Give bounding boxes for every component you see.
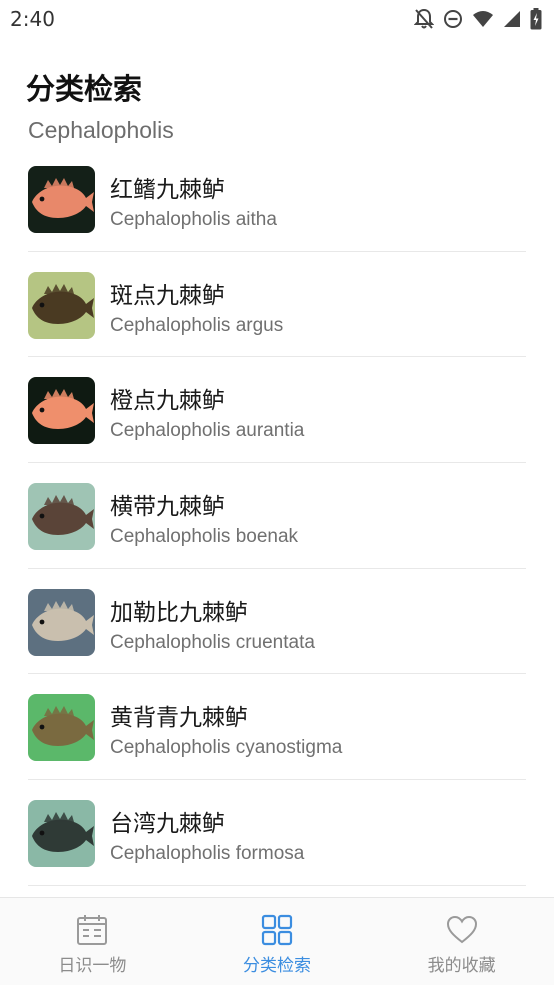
species-chinese-name: 橙点九棘鲈 xyxy=(110,388,225,415)
species-thumbnail xyxy=(28,377,95,445)
nav-item-daily[interactable]: 日识一物 xyxy=(0,898,185,985)
bottom-nav: 日识一物 分类检索 我的收藏 xyxy=(0,897,554,985)
status-bar: 2:40 xyxy=(0,0,554,38)
do-not-disturb-icon xyxy=(443,9,463,29)
species-thumbnail xyxy=(28,483,95,551)
species-row[interactable]: 台湾九棘鲈 Cephalopholis formosa xyxy=(0,780,554,886)
battery-charging-icon xyxy=(530,8,542,30)
species-chinese-name: 台湾九棘鲈 xyxy=(110,811,225,838)
nav-label-classify: 分类检索 xyxy=(243,956,311,976)
genus-label: Cephalopholis xyxy=(28,117,174,143)
species-row[interactable]: 加勒比九棘鲈 Cephalopholis cruentata xyxy=(0,569,554,675)
species-thumbnail xyxy=(28,271,95,339)
wifi-icon xyxy=(472,10,494,28)
species-chinese-name: 加勒比九棘鲈 xyxy=(110,599,248,626)
page-title: 分类检索 xyxy=(26,72,143,106)
species-chinese-name: 横带九棘鲈 xyxy=(110,494,225,521)
screen: 2:40 分类检索 Cephalopholis 红鳍九棘鲈 Cephalopho… xyxy=(0,0,554,985)
species-row[interactable]: 黄背青九棘鲈 Cephalopholis cyanostigma xyxy=(0,674,554,780)
species-chinese-name: 斑点九棘鲈 xyxy=(110,282,225,309)
species-latin-name: Cephalopholis cyanostigma xyxy=(110,737,343,759)
nav-item-classify[interactable]: 分类检索 xyxy=(185,898,370,985)
species-latin-name: Cephalopholis aitha xyxy=(110,209,277,230)
species-row[interactable]: 横带九棘鲈 Cephalopholis boenak xyxy=(0,463,554,569)
species-latin-name: Cephalopholis boenak xyxy=(110,526,299,548)
species-thumbnail xyxy=(28,588,95,656)
grid-icon xyxy=(260,913,294,947)
heart-icon xyxy=(445,913,479,947)
calendar-icon xyxy=(75,913,109,947)
species-list: 红鳍九棘鲈 Cephalopholis aitha 斑点九棘鲈 Cephalophol… xyxy=(0,146,554,886)
species-thumbnail xyxy=(28,694,95,762)
species-row[interactable]: 红鳍九棘鲈 Cephalopholis aitha xyxy=(0,146,554,252)
species-row[interactable]: 斑点九棘鲈 Cephalopholis argus xyxy=(0,252,554,358)
species-thumbnail xyxy=(28,166,95,233)
nav-item-favorites[interactable]: 我的收藏 xyxy=(369,898,554,985)
status-icons xyxy=(414,8,542,30)
species-row[interactable]: 橙点九棘鲈 Cephalopholis aurantia xyxy=(0,357,554,463)
signal-icon xyxy=(503,10,521,28)
species-latin-name: Cephalopholis cruentata xyxy=(110,631,315,653)
species-chinese-name: 黄背青九棘鲈 xyxy=(110,705,248,732)
status-time: 2:40 xyxy=(10,7,55,31)
nav-label-daily: 日识一物 xyxy=(58,956,127,976)
nav-label-favorites: 我的收藏 xyxy=(427,956,496,976)
species-thumbnail xyxy=(28,800,95,868)
species-latin-name: Cephalopholis formosa xyxy=(110,843,305,865)
species-latin-name: Cephalopholis aurantia xyxy=(110,420,305,442)
species-latin-name: Cephalopholis argus xyxy=(110,314,284,336)
species-chinese-name: 红鳍九棘鲈 xyxy=(110,177,225,203)
bell-off-icon xyxy=(414,8,434,30)
